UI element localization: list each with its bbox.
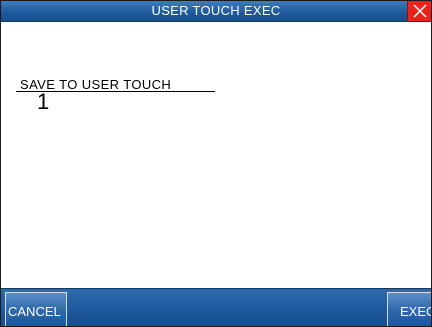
close-icon bbox=[413, 4, 427, 18]
title-bar: USER TOUCH EXEC bbox=[1, 1, 431, 22]
close-button[interactable] bbox=[407, 1, 431, 21]
softkey-bar: CANCEL EXEC bbox=[1, 288, 432, 326]
user-touch-number[interactable]: 1 bbox=[37, 90, 49, 114]
content-area: SAVE TO USER TOUCH 1 bbox=[1, 22, 431, 292]
exec-button[interactable]: EXEC bbox=[387, 292, 432, 326]
cancel-button[interactable]: CANCEL bbox=[5, 292, 67, 326]
cancel-button-label: CANCEL bbox=[8, 304, 61, 319]
user-touch-exec-screen: USER TOUCH EXEC SAVE TO USER TOUCH 1 CAN… bbox=[0, 0, 432, 327]
window-title: USER TOUCH EXEC bbox=[151, 3, 281, 18]
exec-button-label: EXEC bbox=[400, 304, 432, 319]
